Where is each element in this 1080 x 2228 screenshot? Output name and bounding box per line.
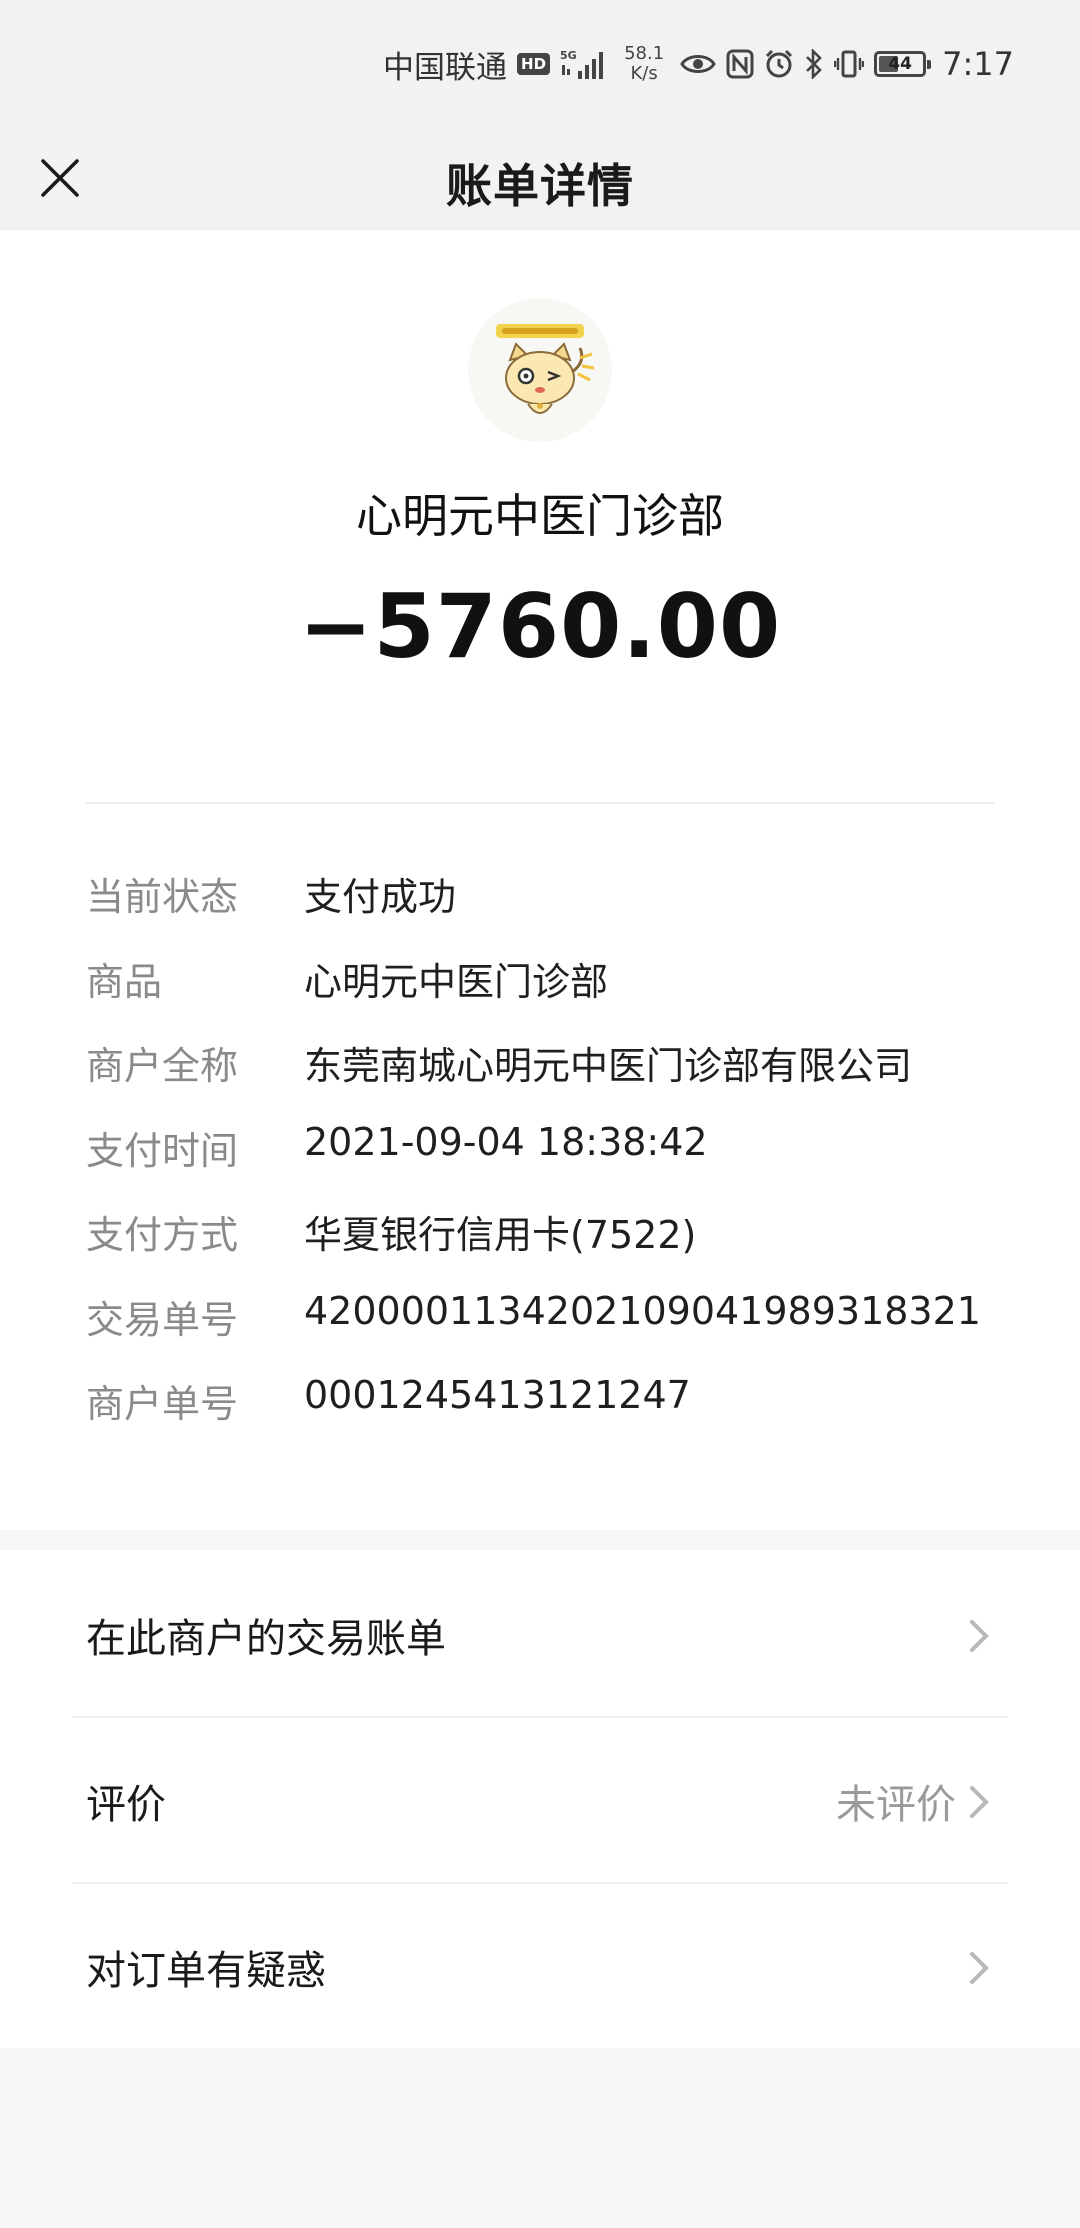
detail-row-merchant-full-name: 商户全称 东莞南城心明元中医门诊部有限公司 [86, 1035, 994, 1120]
speed-unit: K/s [630, 63, 658, 84]
battery-level: 44 [888, 54, 912, 74]
chevron-right-icon [970, 1786, 989, 1818]
detail-row-transaction-id: 交易单号 4200001134202109041989318321 [86, 1289, 994, 1374]
merchant-name: 心明元中医门诊部 [356, 489, 724, 543]
nfc-icon [726, 44, 754, 84]
detail-value: 4200001134202109041989318321 [304, 1288, 981, 1333]
detail-row-pay-time: 支付时间 2021-09-04 18:38:42 [86, 1120, 994, 1205]
detail-value: 华夏银行信用卡(7522) [304, 1213, 697, 1257]
status-time: 7:17 [942, 45, 1014, 83]
detail-label: 支付方式 [86, 1213, 239, 1257]
eye-icon [680, 44, 716, 84]
nav-bar: 账单详情 [0, 126, 1080, 230]
detail-label: 商户全称 [86, 1044, 239, 1088]
detail-value: 心明元中医门诊部 [304, 959, 609, 1004]
detail-label: 支付时间 [86, 1128, 239, 1173]
detail-row-merchant-order-id: 商户单号 0001245413121247 [86, 1373, 994, 1458]
detail-label: 交易单号 [86, 1297, 239, 1342]
menu-item-order-question[interactable]: 对订单有疑惑 [0, 1882, 1080, 2048]
menu-item-review[interactable]: 评价 未评价 [0, 1716, 1080, 1882]
bluetooth-icon [804, 44, 824, 84]
network-speed: 58.1 K/s [624, 44, 664, 84]
hd-badge: HD [517, 53, 551, 75]
detail-label: 商品 [86, 959, 163, 1004]
detail-value: 支付成功 [304, 875, 457, 919]
bill-details: 当前状态 支付成功 商品 心明元中医门诊部 商户全称 东莞南城心明元中医门诊部有… [86, 866, 994, 1458]
bill-card: 心明元中医门诊部 −5760.00 当前状态 支付成功 商品 心明元中医门诊部 … [0, 230, 1080, 1530]
detail-row-pay-method: 支付方式 华夏银行信用卡(7522) [86, 1204, 994, 1289]
lucky-cat-icon [496, 324, 595, 414]
menu-item-merchant-bills[interactable]: 在此商户的交易账单 [0, 1550, 1080, 1716]
action-menu: 在此商户的交易账单 评价 未评价 对订单有疑惑 [0, 1550, 1080, 2048]
vibrate-icon [834, 44, 865, 84]
detail-label: 商户单号 [86, 1382, 239, 1426]
detail-value: 东莞南城心明元中医门诊部有限公司 [304, 1044, 913, 1088]
menu-item-label: 评价 [86, 1782, 166, 1828]
alarm-icon [764, 44, 794, 84]
signal-icon: 5G [560, 44, 608, 84]
detail-value: 2021-09-04 18:38:42 [304, 1119, 708, 1164]
detail-value: 0001245413121247 [304, 1373, 691, 1417]
detail-row-product: 商品 心明元中医门诊部 [86, 951, 994, 1036]
battery-icon: 44 [874, 51, 932, 77]
menu-item-label: 在此商户的交易账单 [86, 1616, 446, 1662]
status-bar: 中国联通 HD 5G 58.1 K/s 44 7:17 [0, 0, 1080, 126]
menu-item-value: 未评价 [836, 1782, 956, 1828]
divider [86, 802, 994, 804]
carrier-name: 中国联通 [383, 49, 508, 86]
page-title: 账单详情 [446, 159, 634, 213]
bill-amount: −5760.00 [298, 575, 782, 678]
chevron-right-icon [970, 1620, 989, 1652]
detail-row-status: 当前状态 支付成功 [86, 866, 994, 951]
menu-item-label: 对订单有疑惑 [86, 1948, 326, 1994]
detail-label: 当前状态 [86, 875, 239, 919]
net-type-label: 5G [560, 49, 577, 62]
chevron-right-icon [970, 1952, 989, 1984]
status-bar-right: 中国联通 HD 5G 58.1 K/s 44 7:17 [383, 38, 1014, 90]
speed-value: 58.1 [624, 43, 665, 64]
merchant-avatar [468, 298, 612, 442]
